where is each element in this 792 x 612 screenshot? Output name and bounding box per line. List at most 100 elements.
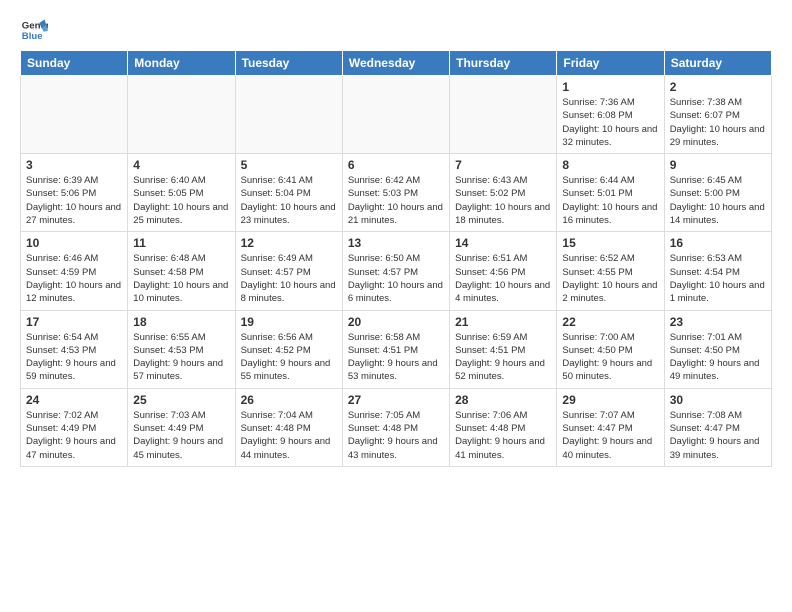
day-info: Sunrise: 6:50 AM Sunset: 4:57 PM Dayligh… — [348, 252, 444, 305]
page-header: General Blue — [20, 16, 772, 44]
day-info: Sunrise: 7:06 AM Sunset: 4:48 PM Dayligh… — [455, 409, 551, 462]
day-number: 13 — [348, 236, 444, 250]
calendar-cell: 29 Sunrise: 7:07 AM Sunset: 4:47 PM Dayli… — [557, 388, 664, 466]
calendar-cell: 4 Sunrise: 6:40 AM Sunset: 5:05 PM Daylig… — [128, 154, 235, 232]
calendar-cell: 27 Sunrise: 7:05 AM Sunset: 4:48 PM Dayli… — [342, 388, 449, 466]
day-number: 2 — [670, 80, 766, 94]
weekday-header-wednesday: Wednesday — [342, 51, 449, 76]
day-info: Sunrise: 6:46 AM Sunset: 4:59 PM Dayligh… — [26, 252, 122, 305]
weekday-header-saturday: Saturday — [664, 51, 771, 76]
day-number: 10 — [26, 236, 122, 250]
day-number: 19 — [241, 315, 337, 329]
calendar-cell: 6 Sunrise: 6:42 AM Sunset: 5:03 PM Daylig… — [342, 154, 449, 232]
day-number: 15 — [562, 236, 658, 250]
calendar-cell: 3 Sunrise: 6:39 AM Sunset: 5:06 PM Daylig… — [21, 154, 128, 232]
week-row-0: 1 Sunrise: 7:36 AM Sunset: 6:08 PM Daylig… — [21, 76, 772, 154]
calendar-cell: 22 Sunrise: 7:00 AM Sunset: 4:50 PM Dayli… — [557, 310, 664, 388]
day-info: Sunrise: 6:59 AM Sunset: 4:51 PM Dayligh… — [455, 331, 551, 384]
day-number: 4 — [133, 158, 229, 172]
calendar-cell: 28 Sunrise: 7:06 AM Sunset: 4:48 PM Dayli… — [450, 388, 557, 466]
day-number: 27 — [348, 393, 444, 407]
week-row-3: 17Sunrise: 6:54 AM Sunset: 4:53 PM Dayli… — [21, 310, 772, 388]
day-number: 23 — [670, 315, 766, 329]
day-number: 6 — [348, 158, 444, 172]
day-number: 28 — [455, 393, 551, 407]
day-info: Sunrise: 6:41 AM Sunset: 5:04 PM Dayligh… — [241, 174, 337, 227]
day-number: 22 — [562, 315, 658, 329]
day-number: 7 — [455, 158, 551, 172]
day-number: 18 — [133, 315, 229, 329]
calendar-cell: 25 Sunrise: 7:03 AM Sunset: 4:49 PM Dayli… — [128, 388, 235, 466]
calendar-cell: 18 Sunrise: 6:55 AM Sunset: 4:53 PM Dayli… — [128, 310, 235, 388]
calendar-cell — [342, 76, 449, 154]
day-number: 3 — [26, 158, 122, 172]
day-number: 21 — [455, 315, 551, 329]
day-info: Sunrise: 7:03 AM Sunset: 4:49 PM Dayligh… — [133, 409, 229, 462]
day-info: Sunrise: 6:40 AM Sunset: 5:05 PM Dayligh… — [133, 174, 229, 227]
logo-icon: General Blue — [20, 16, 48, 44]
day-info: Sunrise: 6:52 AM Sunset: 4:55 PM Dayligh… — [562, 252, 658, 305]
day-info: Sunrise: 7:08 AM Sunset: 4:47 PM Dayligh… — [670, 409, 766, 462]
day-info: Sunrise: 7:36 AM Sunset: 6:08 PM Dayligh… — [562, 96, 658, 149]
day-info: Sunrise: 6:44 AM Sunset: 5:01 PM Dayligh… — [562, 174, 658, 227]
calendar-cell: 13 Sunrise: 6:50 AM Sunset: 4:57 PM Dayli… — [342, 232, 449, 310]
calendar-cell: 1 Sunrise: 7:36 AM Sunset: 6:08 PM Daylig… — [557, 76, 664, 154]
week-row-1: 3 Sunrise: 6:39 AM Sunset: 5:06 PM Daylig… — [21, 154, 772, 232]
calendar-cell — [21, 76, 128, 154]
weekday-header-thursday: Thursday — [450, 51, 557, 76]
calendar-cell: 14 Sunrise: 6:51 AM Sunset: 4:56 PM Dayli… — [450, 232, 557, 310]
calendar-cell: 7 Sunrise: 6:43 AM Sunset: 5:02 PM Daylig… — [450, 154, 557, 232]
calendar-cell: 17Sunrise: 6:54 AM Sunset: 4:53 PM Dayli… — [21, 310, 128, 388]
calendar-cell — [235, 76, 342, 154]
day-info: Sunrise: 7:00 AM Sunset: 4:50 PM Dayligh… — [562, 331, 658, 384]
day-info: Sunrise: 6:45 AM Sunset: 5:00 PM Dayligh… — [670, 174, 766, 227]
day-info: Sunrise: 6:55 AM Sunset: 4:53 PM Dayligh… — [133, 331, 229, 384]
day-info: Sunrise: 7:01 AM Sunset: 4:50 PM Dayligh… — [670, 331, 766, 384]
day-info: Sunrise: 6:39 AM Sunset: 5:06 PM Dayligh… — [26, 174, 122, 227]
day-info: Sunrise: 6:43 AM Sunset: 5:02 PM Dayligh… — [455, 174, 551, 227]
logo: General Blue — [20, 16, 48, 44]
day-number: 11 — [133, 236, 229, 250]
day-info: Sunrise: 7:05 AM Sunset: 4:48 PM Dayligh… — [348, 409, 444, 462]
calendar-cell: 24Sunrise: 7:02 AM Sunset: 4:49 PM Dayli… — [21, 388, 128, 466]
day-info: Sunrise: 6:51 AM Sunset: 4:56 PM Dayligh… — [455, 252, 551, 305]
day-info: Sunrise: 7:07 AM Sunset: 4:47 PM Dayligh… — [562, 409, 658, 462]
day-number: 29 — [562, 393, 658, 407]
day-number: 17 — [26, 315, 122, 329]
calendar-cell: 5 Sunrise: 6:41 AM Sunset: 5:04 PM Daylig… — [235, 154, 342, 232]
weekday-header-sunday: Sunday — [21, 51, 128, 76]
calendar-cell: 8 Sunrise: 6:44 AM Sunset: 5:01 PM Daylig… — [557, 154, 664, 232]
day-number: 25 — [133, 393, 229, 407]
weekday-header-row: SundayMondayTuesdayWednesdayThursdayFrid… — [21, 51, 772, 76]
day-info: Sunrise: 7:38 AM Sunset: 6:07 PM Dayligh… — [670, 96, 766, 149]
day-info: Sunrise: 7:04 AM Sunset: 4:48 PM Dayligh… — [241, 409, 337, 462]
week-row-4: 24Sunrise: 7:02 AM Sunset: 4:49 PM Dayli… — [21, 388, 772, 466]
calendar-cell: 21 Sunrise: 6:59 AM Sunset: 4:51 PM Dayli… — [450, 310, 557, 388]
day-number: 12 — [241, 236, 337, 250]
calendar-cell: 19 Sunrise: 6:56 AM Sunset: 4:52 PM Dayli… — [235, 310, 342, 388]
calendar-table: SundayMondayTuesdayWednesdayThursdayFrid… — [20, 50, 772, 467]
day-number: 9 — [670, 158, 766, 172]
calendar-cell: 15 Sunrise: 6:52 AM Sunset: 4:55 PM Dayli… — [557, 232, 664, 310]
day-number: 26 — [241, 393, 337, 407]
day-info: Sunrise: 6:42 AM Sunset: 5:03 PM Dayligh… — [348, 174, 444, 227]
calendar-cell: 10 Sunrise: 6:46 AM Sunset: 4:59 PM Dayli… — [21, 232, 128, 310]
calendar-cell — [450, 76, 557, 154]
calendar-cell: 20Sunrise: 6:58 AM Sunset: 4:51 PM Dayli… — [342, 310, 449, 388]
day-info: Sunrise: 6:58 AM Sunset: 4:51 PM Dayligh… — [348, 331, 444, 384]
day-info: Sunrise: 6:48 AM Sunset: 4:58 PM Dayligh… — [133, 252, 229, 305]
weekday-header-friday: Friday — [557, 51, 664, 76]
calendar-cell: 12Sunrise: 6:49 AM Sunset: 4:57 PM Dayli… — [235, 232, 342, 310]
day-number: 14 — [455, 236, 551, 250]
day-number: 1 — [562, 80, 658, 94]
day-info: Sunrise: 6:56 AM Sunset: 4:52 PM Dayligh… — [241, 331, 337, 384]
day-info: Sunrise: 6:53 AM Sunset: 4:54 PM Dayligh… — [670, 252, 766, 305]
calendar-cell: 2 Sunrise: 7:38 AM Sunset: 6:07 PM Daylig… — [664, 76, 771, 154]
day-number: 5 — [241, 158, 337, 172]
calendar-cell: 9 Sunrise: 6:45 AM Sunset: 5:00 PM Daylig… — [664, 154, 771, 232]
calendar-cell: 16Sunrise: 6:53 AM Sunset: 4:54 PM Dayli… — [664, 232, 771, 310]
calendar-cell — [128, 76, 235, 154]
day-info: Sunrise: 7:02 AM Sunset: 4:49 PM Dayligh… — [26, 409, 122, 462]
weekday-header-monday: Monday — [128, 51, 235, 76]
day-number: 8 — [562, 158, 658, 172]
